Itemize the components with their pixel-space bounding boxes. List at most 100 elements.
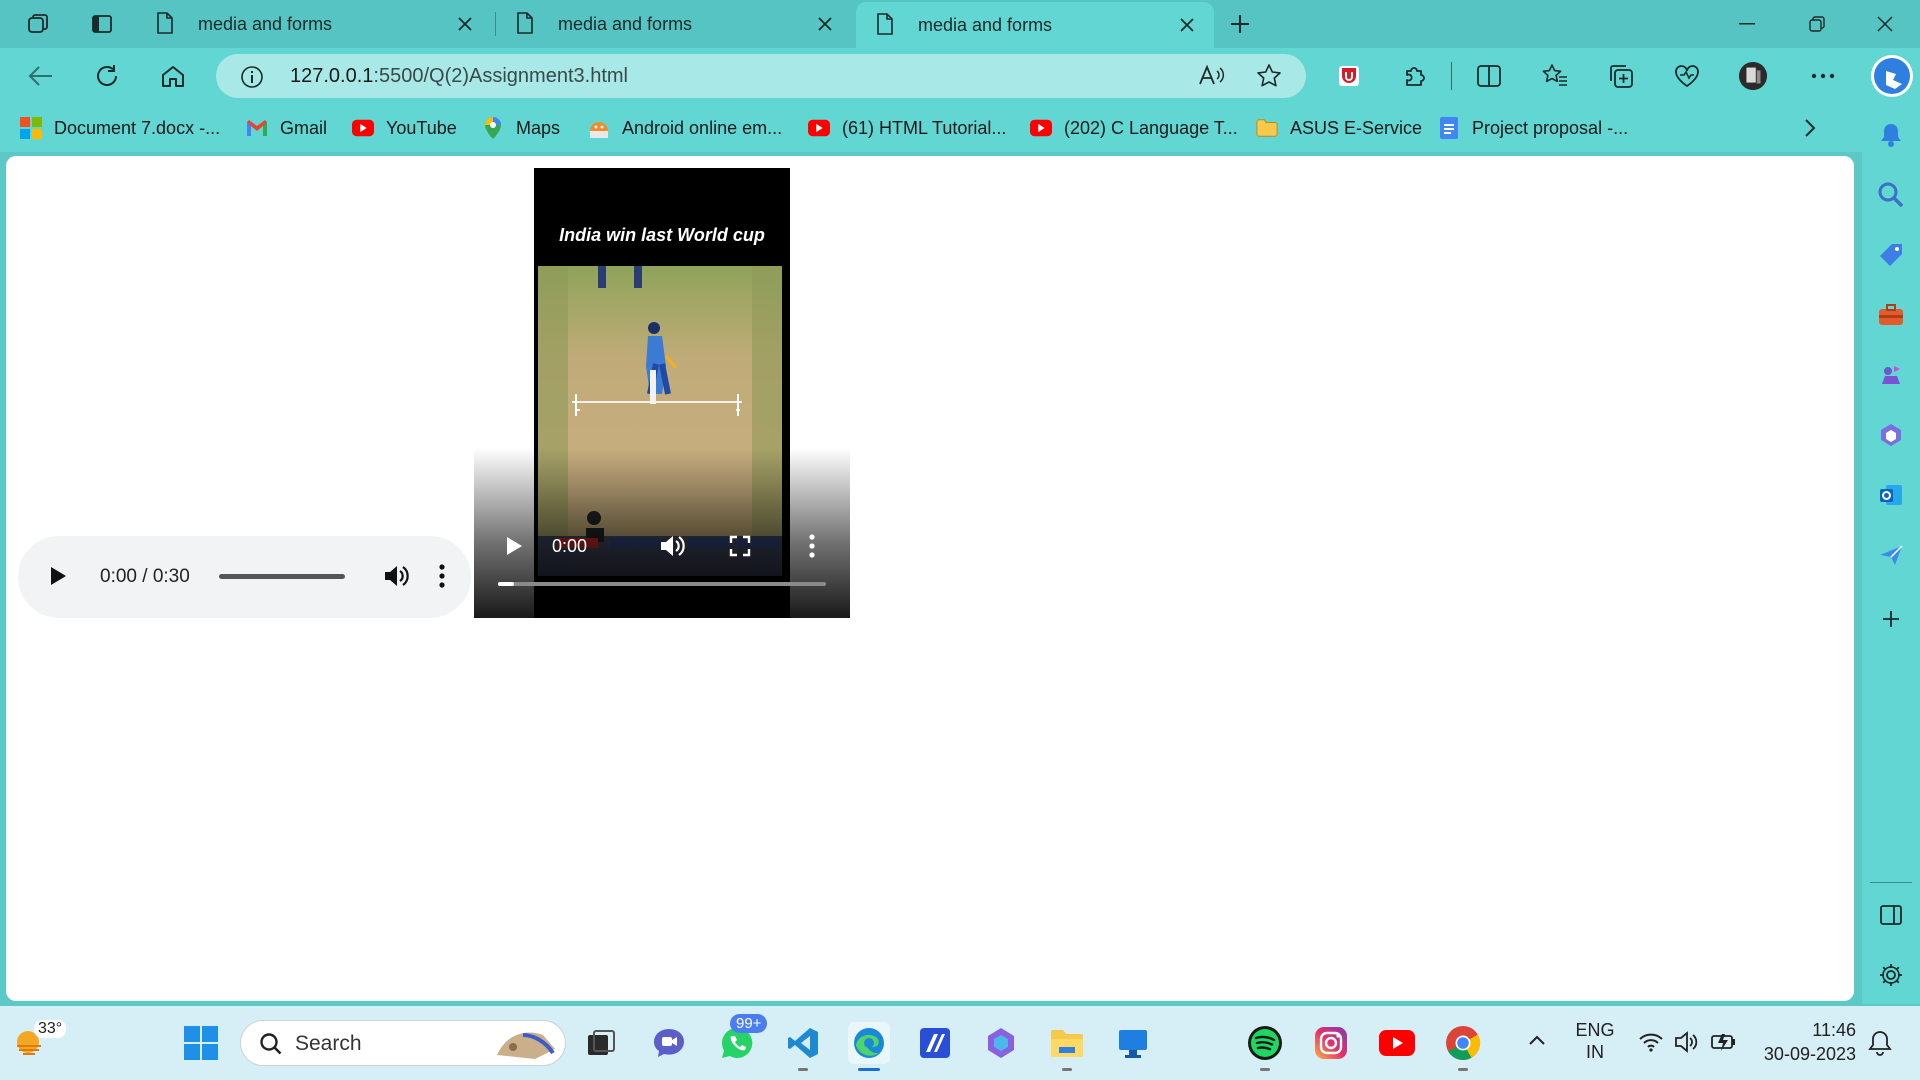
video-progress-fill [498, 582, 514, 586]
close-icon[interactable] [454, 13, 476, 35]
windows-taskbar: 33° Search 99+ ENG IN 11:46 30-09-2023 [0, 1006, 1920, 1080]
shopping-tag-icon[interactable] [1876, 240, 1906, 270]
wifi-icon[interactable] [1638, 1032, 1664, 1052]
bookmark-gmail[interactable]: Gmail [246, 114, 327, 142]
split-screen-icon[interactable] [1474, 61, 1504, 91]
battery-icon[interactable] [1710, 1030, 1738, 1054]
bookmark-maps[interactable]: Maps [482, 114, 560, 142]
language-code: ENG [1575, 1020, 1615, 1040]
bookmark-label: Document 7.docx -... [54, 117, 221, 138]
tab-3-active[interactable]: media and forms [856, 2, 1214, 48]
bookmark-youtube[interactable]: YouTube [352, 114, 457, 142]
bookmark-project-proposal[interactable]: Project proposal -... [1438, 114, 1628, 142]
navigation-toolbar: 127.0.0.1:5500/Q(2)Assignment3.html [0, 48, 1920, 104]
back-icon[interactable] [26, 61, 56, 91]
search-highlight-image [493, 1025, 559, 1063]
audio-seek-bar[interactable] [219, 574, 345, 579]
file-explorer-icon[interactable] [1046, 1022, 1088, 1071]
clock-date: 30-09-2023 [1763, 1044, 1856, 1064]
home-icon[interactable] [158, 61, 188, 91]
microsoft-365-icon[interactable] [1876, 420, 1906, 450]
fullscreen-icon[interactable] [728, 534, 752, 558]
browser-essentials-icon[interactable] [1672, 61, 1702, 91]
spotify-icon[interactable] [1244, 1022, 1286, 1071]
youtube-icon [1030, 117, 1052, 139]
teams-chat-icon[interactable] [648, 1022, 690, 1064]
address-bar[interactable]: 127.0.0.1:5500/Q(2)Assignment3.html [216, 54, 1306, 98]
extensions-puzzle-icon[interactable] [1400, 61, 1430, 91]
tab-title: media and forms [558, 13, 693, 34]
vscode-icon[interactable] [782, 1022, 824, 1071]
bookmark-document[interactable]: Document 7.docx -... [20, 114, 220, 142]
bookmarks-bar: Document 7.docx -... Gmail YouTube Maps … [0, 104, 1862, 152]
bookmark-label: (61) HTML Tutorial... [842, 117, 1007, 138]
minimize-button[interactable] [1724, 8, 1770, 40]
azure-data-studio-icon[interactable] [914, 1022, 956, 1064]
bookmark-html-tutorial[interactable]: (61) HTML Tutorial... [808, 114, 1006, 142]
restore-button[interactable] [1794, 8, 1840, 40]
edge-browser-icon[interactable] [848, 1022, 890, 1071]
url-text[interactable]: 127.0.0.1:5500/Q(2)Assignment3.html [290, 65, 628, 88]
favorites-icon[interactable] [1540, 61, 1570, 91]
weather-temperature: 33° [34, 1020, 67, 1038]
outlook-icon[interactable] [1876, 480, 1906, 510]
copilot-365-icon[interactable] [980, 1022, 1022, 1064]
whatsapp-icon[interactable]: 99+ [716, 1014, 768, 1064]
collections-icon[interactable] [1606, 61, 1636, 91]
taskbar-search[interactable]: Search [240, 1020, 566, 1066]
language-region: IN [1586, 1042, 1604, 1062]
video-volume-icon[interactable] [658, 532, 686, 560]
speaker-icon[interactable] [1674, 1030, 1700, 1054]
task-view-icon[interactable] [580, 1022, 622, 1064]
tools-briefcase-icon[interactable] [1876, 300, 1906, 330]
adblock-extension-icon[interactable] [1334, 61, 1364, 91]
video-play-icon[interactable] [504, 534, 524, 558]
bing-copilot-icon[interactable] [1870, 54, 1914, 98]
more-options-icon[interactable] [438, 562, 446, 590]
tab-2[interactable]: media and forms [496, 2, 852, 46]
volume-icon[interactable] [382, 562, 410, 590]
settings-more-icon[interactable] [1808, 61, 1838, 91]
video-more-options-icon[interactable] [808, 532, 816, 560]
weather-widget[interactable]: 33° [14, 1020, 67, 1060]
notification-center-icon[interactable] [1868, 1030, 1892, 1056]
notifications-bell-icon[interactable] [1876, 120, 1906, 150]
close-window-button[interactable] [1862, 8, 1908, 40]
profile-avatar[interactable] [1738, 61, 1768, 91]
games-icon[interactable] [1876, 360, 1906, 390]
sidebar-settings-gear-icon[interactable] [1876, 960, 1906, 990]
add-sidebar-app-icon[interactable] [1876, 604, 1906, 634]
video-player[interactable]: India win last World cup 0:00 [474, 168, 850, 618]
close-icon[interactable] [1176, 14, 1198, 36]
chevron-right-icon[interactable] [1804, 118, 1816, 138]
bookmark-c-language[interactable]: (202) C Language T... [1030, 114, 1238, 142]
page-viewport: 0:00 / 0:30 India win last World cup 0:0… [6, 156, 1854, 1001]
new-tab-icon[interactable] [1226, 10, 1254, 38]
page-icon [516, 12, 540, 36]
windows-icon [20, 117, 42, 139]
search-icon[interactable] [1876, 180, 1906, 210]
bookmark-android-emulator[interactable]: Android online em... [588, 114, 782, 142]
youtube-icon [352, 117, 374, 139]
remote-desktop-icon[interactable] [1112, 1022, 1154, 1064]
start-windows-icon[interactable] [180, 1022, 222, 1064]
play-icon[interactable] [48, 564, 68, 588]
youtube-app-icon[interactable] [1376, 1022, 1418, 1064]
show-hidden-icons-chevron[interactable] [1528, 1034, 1546, 1046]
instagram-icon[interactable] [1310, 1022, 1352, 1064]
tab-1[interactable]: media and forms [136, 2, 492, 46]
bookmark-asus-eservice[interactable]: ASUS E-Service [1256, 114, 1422, 142]
workspaces-icon[interactable] [24, 10, 52, 38]
close-icon[interactable] [814, 13, 836, 35]
video-progress-bar[interactable] [498, 582, 826, 586]
favorite-star-icon[interactable] [1256, 63, 1282, 89]
whatsapp-badge: 99+ [730, 1014, 768, 1033]
send-icon[interactable] [1876, 540, 1906, 570]
audio-player[interactable]: 0:00 / 0:30 [18, 536, 471, 618]
chrome-icon[interactable] [1442, 1022, 1484, 1071]
hide-sidebar-icon[interactable] [1876, 900, 1906, 930]
site-info-icon[interactable] [240, 65, 264, 89]
refresh-icon[interactable] [92, 61, 122, 91]
tab-actions-icon[interactable] [88, 10, 116, 38]
read-aloud-icon[interactable] [1198, 64, 1226, 88]
